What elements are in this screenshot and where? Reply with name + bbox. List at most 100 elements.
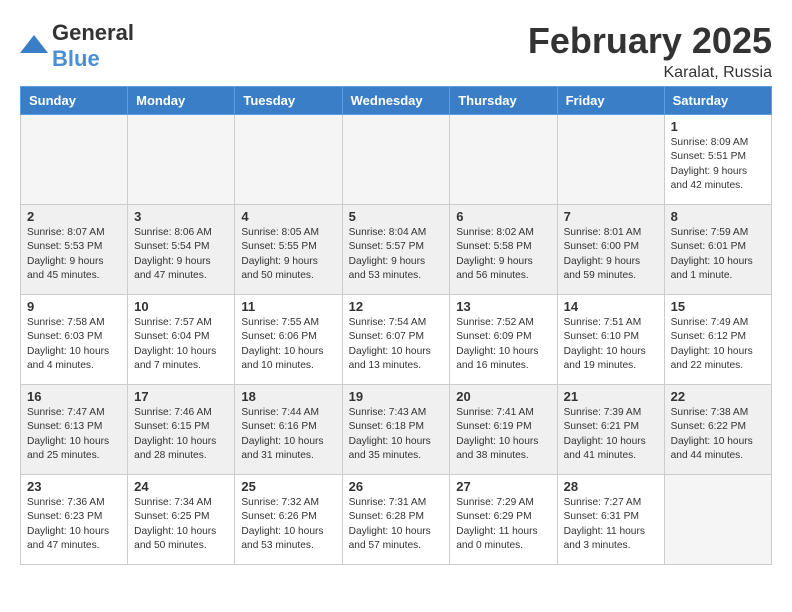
day-info: Sunrise: 8:04 AM Sunset: 5:57 PM Dayligh…: [349, 226, 444, 283]
calendar-day: 7 Sunrise: 8:01 AM Sunset: 6:00 PM Daylig…: [557, 205, 664, 295]
calendar-day: 12Sunrise: 7:54 AM Sunset: 6:07 PM Dayli…: [342, 295, 450, 385]
calendar-day: 18Sunrise: 7:44 AM Sunset: 6:16 PM Dayli…: [235, 385, 342, 475]
calendar-day: [664, 475, 771, 565]
day-number: 13: [456, 299, 550, 314]
day-info: Sunrise: 8:05 AM Sunset: 5:55 PM Dayligh…: [241, 226, 335, 283]
weekday-header: Sunday: [21, 87, 128, 115]
logo-general: General: [52, 20, 134, 45]
calendar-week-row: 9Sunrise: 7:58 AM Sunset: 6:03 PM Daylig…: [21, 295, 772, 385]
day-info: Sunrise: 7:43 AM Sunset: 6:18 PM Dayligh…: [349, 406, 444, 463]
calendar-day: 20 Sunrise: 7:41 AM Sunset: 6:19 PM Dayli…: [450, 385, 557, 475]
calendar-day: 1Sunrise: 8:09 AM Sunset: 5:51 PM Daylig…: [664, 115, 771, 205]
weekday-header: Saturday: [664, 87, 771, 115]
day-info: Sunrise: 7:41 AM Sunset: 6:19 PM Dayligh…: [456, 406, 550, 463]
day-info: Sunrise: 8:01 AM Sunset: 6:00 PM Dayligh…: [564, 226, 658, 283]
day-number: 5: [349, 209, 444, 224]
calendar-day: 10Sunrise: 7:57 AM Sunset: 6:04 PM Dayli…: [128, 295, 235, 385]
day-number: 9: [27, 299, 121, 314]
calendar-day: 11 Sunrise: 7:55 AM Sunset: 6:06 PM Dayli…: [235, 295, 342, 385]
day-number: 8: [671, 209, 765, 224]
day-info: Sunrise: 7:27 AM Sunset: 6:31 PM Dayligh…: [564, 496, 658, 553]
day-info: Sunrise: 7:39 AM Sunset: 6:21 PM Dayligh…: [564, 406, 658, 463]
logo: General Blue: [20, 20, 134, 72]
calendar-day: 27 Sunrise: 7:29 AM Sunset: 6:29 PM Dayli…: [450, 475, 557, 565]
day-info: Sunrise: 7:59 AM Sunset: 6:01 PM Dayligh…: [671, 226, 765, 283]
day-number: 4: [241, 209, 335, 224]
calendar-day: 9Sunrise: 7:58 AM Sunset: 6:03 PM Daylig…: [21, 295, 128, 385]
day-info: Sunrise: 7:38 AM Sunset: 6:22 PM Dayligh…: [671, 406, 765, 463]
calendar-day: 16 Sunrise: 7:47 AM Sunset: 6:13 PM Dayli…: [21, 385, 128, 475]
day-info: Sunrise: 7:46 AM Sunset: 6:15 PM Dayligh…: [134, 406, 228, 463]
day-info: Sunrise: 7:55 AM Sunset: 6:06 PM Dayligh…: [241, 316, 335, 373]
day-number: 15: [671, 299, 765, 314]
logo-icon: [20, 33, 48, 55]
calendar-day: 28 Sunrise: 7:27 AM Sunset: 6:31 PM Dayli…: [557, 475, 664, 565]
day-number: 14: [564, 299, 658, 314]
calendar-day: 13 Sunrise: 7:52 AM Sunset: 6:09 PM Dayli…: [450, 295, 557, 385]
weekday-header: Tuesday: [235, 87, 342, 115]
logo-blue: Blue: [52, 46, 100, 71]
day-number: 7: [564, 209, 658, 224]
calendar-day: 4 Sunrise: 8:05 AM Sunset: 5:55 PM Daylig…: [235, 205, 342, 295]
day-number: 11: [241, 299, 335, 314]
day-number: 24: [134, 479, 228, 494]
calendar-day: 19 Sunrise: 7:43 AM Sunset: 6:18 PM Dayli…: [342, 385, 450, 475]
day-number: 25: [241, 479, 335, 494]
day-info: Sunrise: 8:09 AM Sunset: 5:51 PM Dayligh…: [671, 136, 765, 193]
calendar-day: 21 Sunrise: 7:39 AM Sunset: 6:21 PM Dayli…: [557, 385, 664, 475]
calendar-day: 17 Sunrise: 7:46 AM Sunset: 6:15 PM Dayli…: [128, 385, 235, 475]
calendar-day: [235, 115, 342, 205]
day-info: Sunrise: 8:06 AM Sunset: 5:54 PM Dayligh…: [134, 226, 228, 283]
calendar-day: 24 Sunrise: 7:34 AM Sunset: 6:25 PM Dayli…: [128, 475, 235, 565]
calendar-week-row: 16 Sunrise: 7:47 AM Sunset: 6:13 PM Dayli…: [21, 385, 772, 475]
day-number: 17: [134, 389, 228, 404]
day-number: 12: [349, 299, 444, 314]
calendar-day: 22 Sunrise: 7:38 AM Sunset: 6:22 PM Dayli…: [664, 385, 771, 475]
calendar-day: 2 Sunrise: 8:07 AM Sunset: 5:53 PM Daylig…: [21, 205, 128, 295]
calendar-day: 26 Sunrise: 7:31 AM Sunset: 6:28 PM Dayli…: [342, 475, 450, 565]
day-info: Sunrise: 8:07 AM Sunset: 5:53 PM Dayligh…: [27, 226, 121, 283]
calendar-day: 5 Sunrise: 8:04 AM Sunset: 5:57 PM Daylig…: [342, 205, 450, 295]
weekday-header: Friday: [557, 87, 664, 115]
day-number: 20: [456, 389, 550, 404]
calendar-day: 14Sunrise: 7:51 AM Sunset: 6:10 PM Dayli…: [557, 295, 664, 385]
day-number: 16: [27, 389, 121, 404]
calendar-day: 8 Sunrise: 7:59 AM Sunset: 6:01 PM Daylig…: [664, 205, 771, 295]
day-number: 6: [456, 209, 550, 224]
calendar-day: [342, 115, 450, 205]
day-info: Sunrise: 7:49 AM Sunset: 6:12 PM Dayligh…: [671, 316, 765, 373]
weekday-header: Wednesday: [342, 87, 450, 115]
day-number: 27: [456, 479, 550, 494]
calendar-day: 15 Sunrise: 7:49 AM Sunset: 6:12 PM Dayli…: [664, 295, 771, 385]
calendar-day: 25 Sunrise: 7:32 AM Sunset: 6:26 PM Dayli…: [235, 475, 342, 565]
day-info: Sunrise: 7:36 AM Sunset: 6:23 PM Dayligh…: [27, 496, 121, 553]
day-info: Sunrise: 7:29 AM Sunset: 6:29 PM Dayligh…: [456, 496, 550, 553]
calendar-header-row: SundayMondayTuesdayWednesdayThursdayFrid…: [21, 87, 772, 115]
calendar-day: [557, 115, 664, 205]
day-number: 19: [349, 389, 444, 404]
day-number: 21: [564, 389, 658, 404]
calendar-day: 23 Sunrise: 7:36 AM Sunset: 6:23 PM Dayli…: [21, 475, 128, 565]
calendar-week-row: 1Sunrise: 8:09 AM Sunset: 5:51 PM Daylig…: [21, 115, 772, 205]
page-header: General Blue February 2025 Karalat, Russ…: [20, 20, 772, 82]
calendar-day: 3 Sunrise: 8:06 AM Sunset: 5:54 PM Daylig…: [128, 205, 235, 295]
location-title: Karalat, Russia: [528, 64, 772, 82]
day-number: 22: [671, 389, 765, 404]
day-info: Sunrise: 8:02 AM Sunset: 5:58 PM Dayligh…: [456, 226, 550, 283]
day-number: 23: [27, 479, 121, 494]
day-info: Sunrise: 7:31 AM Sunset: 6:28 PM Dayligh…: [349, 496, 444, 553]
logo-text: General Blue: [52, 20, 134, 72]
calendar: SundayMondayTuesdayWednesdayThursdayFrid…: [20, 86, 772, 565]
day-info: Sunrise: 7:32 AM Sunset: 6:26 PM Dayligh…: [241, 496, 335, 553]
title-block: February 2025 Karalat, Russia: [528, 20, 772, 82]
calendar-week-row: 2 Sunrise: 8:07 AM Sunset: 5:53 PM Daylig…: [21, 205, 772, 295]
day-number: 26: [349, 479, 444, 494]
day-info: Sunrise: 7:34 AM Sunset: 6:25 PM Dayligh…: [134, 496, 228, 553]
day-number: 28: [564, 479, 658, 494]
day-number: 18: [241, 389, 335, 404]
day-info: Sunrise: 7:52 AM Sunset: 6:09 PM Dayligh…: [456, 316, 550, 373]
day-info: Sunrise: 7:47 AM Sunset: 6:13 PM Dayligh…: [27, 406, 121, 463]
day-number: 3: [134, 209, 228, 224]
day-number: 2: [27, 209, 121, 224]
month-title: February 2025: [528, 20, 772, 62]
